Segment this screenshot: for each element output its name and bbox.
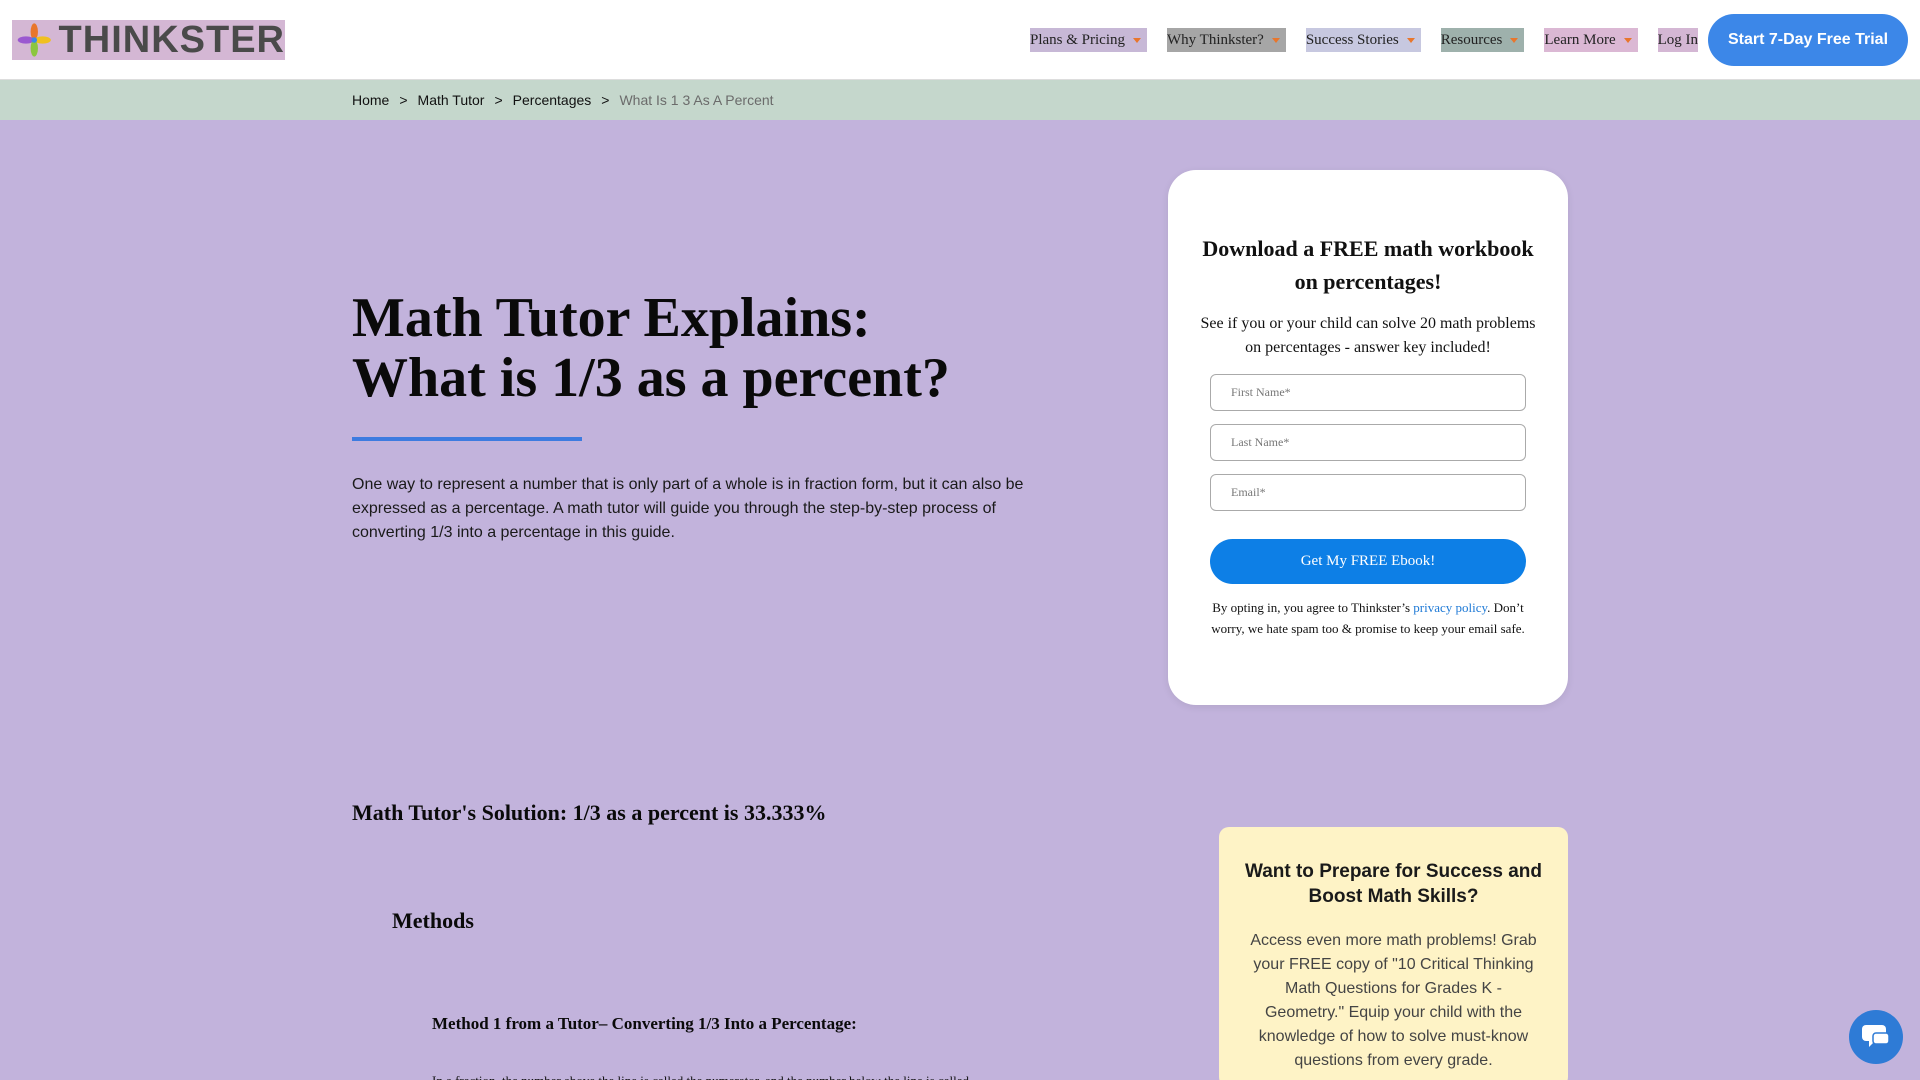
nav-label: Resources (1440, 31, 1503, 48)
nav-label: Log In (1657, 31, 1699, 48)
page-title-line-2: What is 1/3 as a percent? (352, 347, 950, 409)
solution-heading: Math Tutor's Solution: 1/3 as a percent … (352, 800, 827, 825)
breadcrumb-separator: > (601, 92, 610, 108)
opt-in-note: By opting in, you agree to Thinkster’s p… (1210, 597, 1526, 639)
start-free-trial-button[interactable]: Start 7-Day Free Trial (1708, 14, 1908, 66)
promo-text: Access even more math problems! Grab you… (1250, 932, 1537, 1069)
nav-success-stories[interactable]: Success Stories (1305, 28, 1421, 52)
nav-label: Learn More (1544, 31, 1616, 48)
signup-card-subtitle: See if you or your child can solve 20 ma… (1200, 315, 1536, 356)
opt-in-note-start: By opting in, you agree to Thinkster’s (1212, 600, 1414, 615)
breadcrumb: Home > Math Tutor > Percentages > What I… (352, 92, 774, 108)
caret-down-icon (1406, 37, 1415, 43)
breadcrumb-home[interactable]: Home (352, 92, 389, 108)
page-title-line-1: Math Tutor Explains: (352, 287, 871, 349)
nav-label: Why Thinkster? (1167, 31, 1264, 48)
site-header: THINKSTER Plans & Pricing Why Thinkster?… (0, 0, 1920, 80)
chat-button[interactable] (1849, 1010, 1903, 1064)
ebook-signup-card: Download a FREE math workbook on percent… (1168, 170, 1568, 705)
nav-why-thinkster[interactable]: Why Thinkster? (1167, 28, 1286, 52)
signup-card-title: Download a FREE math workbook on percent… (1202, 236, 1534, 294)
promo-box: Want to Prepare for Success and Boost Ma… (1219, 827, 1568, 1080)
main-nav: Plans & Pricing Why Thinkster? Success S… (1030, 28, 1699, 52)
page-title: Math Tutor Explains: What is 1/3 as a pe… (352, 288, 1072, 408)
caret-down-icon (1133, 37, 1142, 43)
nav-label: Success Stories (1305, 31, 1399, 48)
last-name-input[interactable] (1210, 424, 1526, 461)
methods-heading: Methods (392, 908, 474, 933)
title-underline (352, 437, 582, 441)
caret-down-icon (1510, 37, 1519, 43)
caret-down-icon (1623, 37, 1632, 43)
logo-wordmark: THINKSTER (58, 19, 285, 61)
chat-bubble-icon (1862, 1025, 1890, 1047)
breadcrumb-percentages[interactable]: Percentages (513, 92, 592, 108)
nav-resources[interactable]: Resources (1440, 28, 1525, 52)
flower-logo-icon (17, 23, 51, 57)
breadcrumb-math-tutor[interactable]: Math Tutor (418, 92, 485, 108)
thinkster-logo[interactable]: THINKSTER (12, 20, 285, 60)
nav-plans-pricing[interactable]: Plans & Pricing (1030, 28, 1148, 52)
nav-log-in[interactable]: Log In (1657, 28, 1699, 52)
nav-label: Plans & Pricing (1030, 31, 1126, 48)
first-name-input[interactable] (1210, 374, 1526, 411)
nav-learn-more[interactable]: Learn More (1544, 28, 1638, 52)
promo-title: Want to Prepare for Success and Boost Ma… (1244, 861, 1543, 907)
get-ebook-button[interactable]: Get My FREE Ebook! (1210, 539, 1526, 584)
breadcrumb-separator: > (399, 92, 408, 108)
privacy-policy-link[interactable]: privacy policy (1413, 600, 1487, 615)
email-input[interactable] (1210, 474, 1526, 511)
method-1-heading: Method 1 from a Tutor– Converting 1/3 In… (432, 1014, 857, 1033)
intro-paragraph: One way to represent a number that is on… (352, 476, 1024, 541)
breadcrumb-bar: Home > Math Tutor > Percentages > What I… (0, 80, 1920, 120)
method-1-paragraph: In a fraction, the number above the line… (432, 1072, 1072, 1080)
breadcrumb-current: What Is 1 3 As A Percent (619, 92, 774, 108)
breadcrumb-separator: > (494, 92, 503, 108)
caret-down-icon (1271, 37, 1280, 43)
